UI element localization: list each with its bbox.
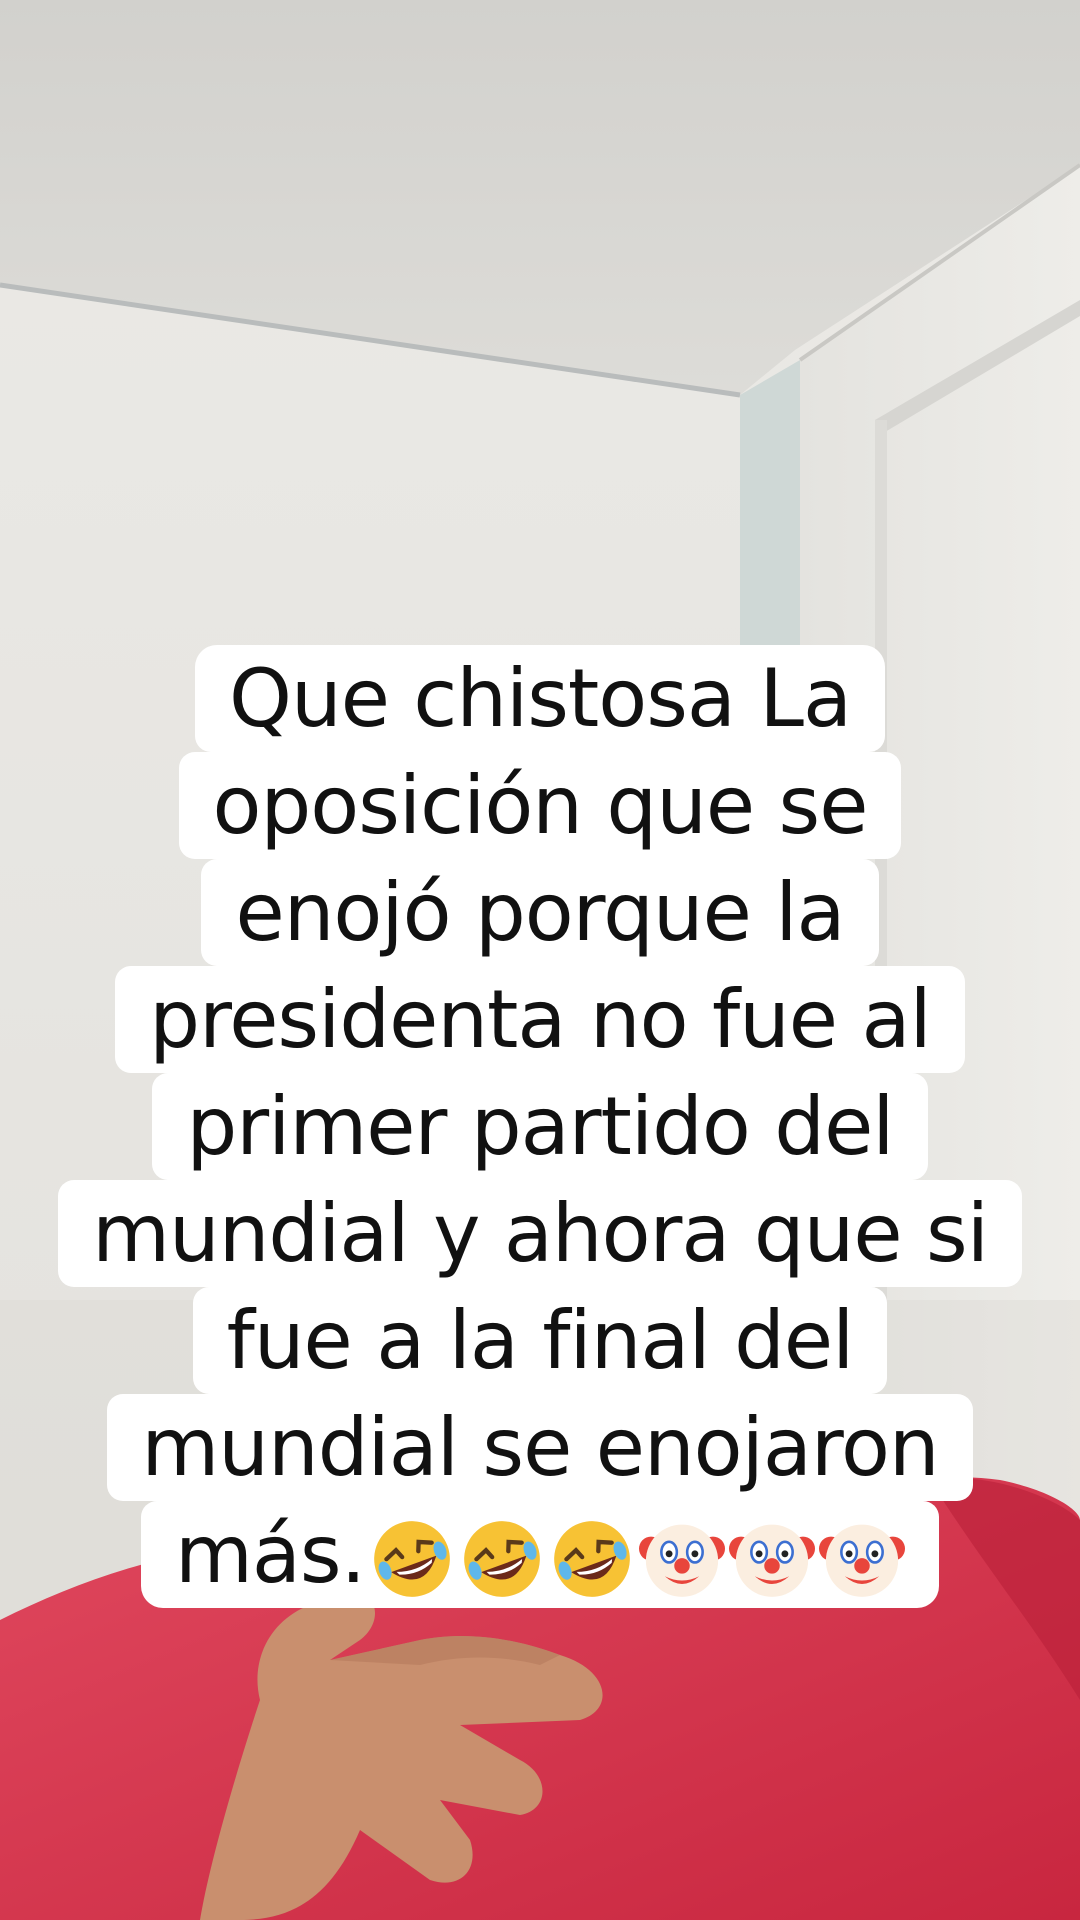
emoji-row: [365, 1507, 906, 1614]
rolling-laughing-emoji: [464, 1520, 540, 1597]
clown-face-emoji: [819, 1524, 906, 1597]
caption-line-8: mundial se enojaron: [107, 1394, 973, 1501]
rolling-laughing-emoji: [374, 1520, 450, 1597]
caption-line-1: Que chistosa La: [195, 645, 885, 752]
caption-text-block: Que chistosa La oposición que se enojó p…: [0, 645, 1080, 1608]
caption-line-4: presidenta no fue al: [115, 966, 965, 1073]
caption-line-9: más.: [140, 1501, 940, 1608]
rolling-laughing-emoji: [554, 1520, 630, 1597]
caption-line-3: enojó porque la: [201, 859, 879, 966]
caption-line-2: oposición que se: [178, 752, 902, 859]
caption-line-6: mundial y ahora que si: [58, 1180, 1022, 1287]
caption-last-word: más.: [174, 1508, 366, 1601]
clown-face-emoji: [729, 1524, 816, 1597]
caption-line-7: fue a la final del: [192, 1287, 888, 1394]
clown-face-emoji: [639, 1524, 726, 1597]
caption-line-5: primer partido del: [152, 1073, 928, 1180]
